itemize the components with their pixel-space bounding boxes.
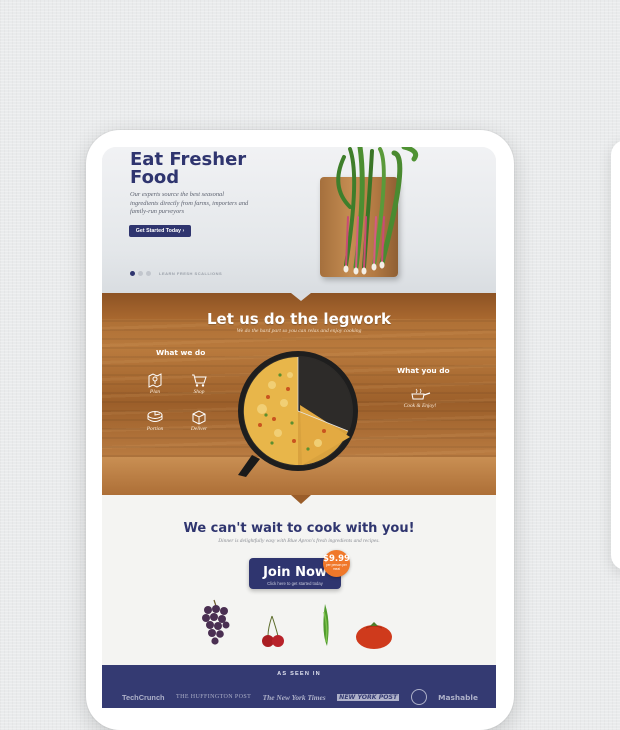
step-plan: Plan — [138, 372, 172, 395]
ramps-image — [336, 147, 419, 275]
signup-subtitle: Dinner is delightfully easy with Blue Ap… — [218, 538, 380, 544]
press-band: AS SEEN IN TechCrunch THE HUFFINGTON POS… — [102, 665, 496, 708]
price-badge: $9.99 per person per meal — [323, 550, 350, 577]
step-cook-label: Cook & Enjoy! — [403, 403, 437, 409]
step-deliver-label: Deliver — [190, 426, 208, 432]
tomato-image — [356, 622, 392, 649]
step-shop: Shop — [182, 372, 216, 395]
huffington-post-logo: THE HUFFINGTON POST — [176, 694, 252, 700]
section-divider-arrow — [291, 293, 311, 301]
legwork-subtitle: We do the hard part so you can relax and… — [236, 328, 362, 334]
get-started-button[interactable]: Get Started Today › — [129, 225, 191, 237]
step-cook: Cook & Enjoy! — [400, 388, 440, 409]
step-plan-label: Plan — [149, 389, 161, 395]
press-logos: TechCrunch THE HUFFINGTON POST The New Y… — [122, 689, 478, 705]
hero-subtitle: Our experts source the best seasonal ing… — [130, 191, 249, 215]
map-pin-icon — [148, 373, 162, 388]
grapes-image — [202, 599, 230, 645]
carousel-dot-2[interactable] — [138, 271, 143, 276]
circle-logo-icon — [410, 689, 427, 705]
portion-icon — [147, 411, 163, 422]
carousel-dot-1[interactable] — [130, 271, 135, 276]
new-york-post-logo: NEW YORK POST — [337, 693, 400, 701]
pan-icon — [411, 388, 431, 400]
mashable-logo: Mashable — [438, 692, 478, 702]
frittata-skillet-image — [238, 351, 358, 477]
press-title: AS SEEN IN — [277, 671, 321, 677]
step-portion-label: Portion — [146, 426, 164, 432]
signup-title: We can't wait to cook with you! — [183, 521, 415, 536]
tablet-screen: Eat Fresher Food Our experts source the … — [102, 147, 496, 708]
step-shop-label: Shop — [193, 389, 205, 395]
cart-icon — [192, 374, 207, 387]
hero-title: Eat Fresher Food — [130, 149, 247, 188]
box-icon — [192, 410, 206, 425]
what-we-do-title: What we do — [156, 348, 206, 357]
legwork-title: Let us do the legwork — [206, 310, 392, 328]
adjacent-device-frame — [611, 140, 620, 570]
carousel-label[interactable]: LEARN FRESH SCALLIONS — [159, 271, 222, 276]
join-now-sublabel: Click here to get started today — [267, 581, 323, 586]
carousel-dot-3[interactable] — [146, 271, 151, 276]
cherries-image — [262, 615, 284, 647]
techcrunch-logo: TechCrunch — [122, 692, 165, 702]
new-york-times-logo: The New York Times — [262, 692, 326, 702]
price-note: per person per meal — [326, 563, 347, 571]
carousel-indicator: LEARN FRESH SCALLIONS — [130, 271, 222, 276]
what-you-do-title: What you do — [397, 366, 450, 375]
pea-pod-image — [323, 604, 329, 646]
step-portion: Portion — [138, 409, 172, 432]
section-divider-arrow-bottom — [291, 495, 311, 504]
hero-section: Eat Fresher Food Our experts source the … — [102, 147, 496, 293]
step-deliver: Deliver — [182, 409, 216, 432]
